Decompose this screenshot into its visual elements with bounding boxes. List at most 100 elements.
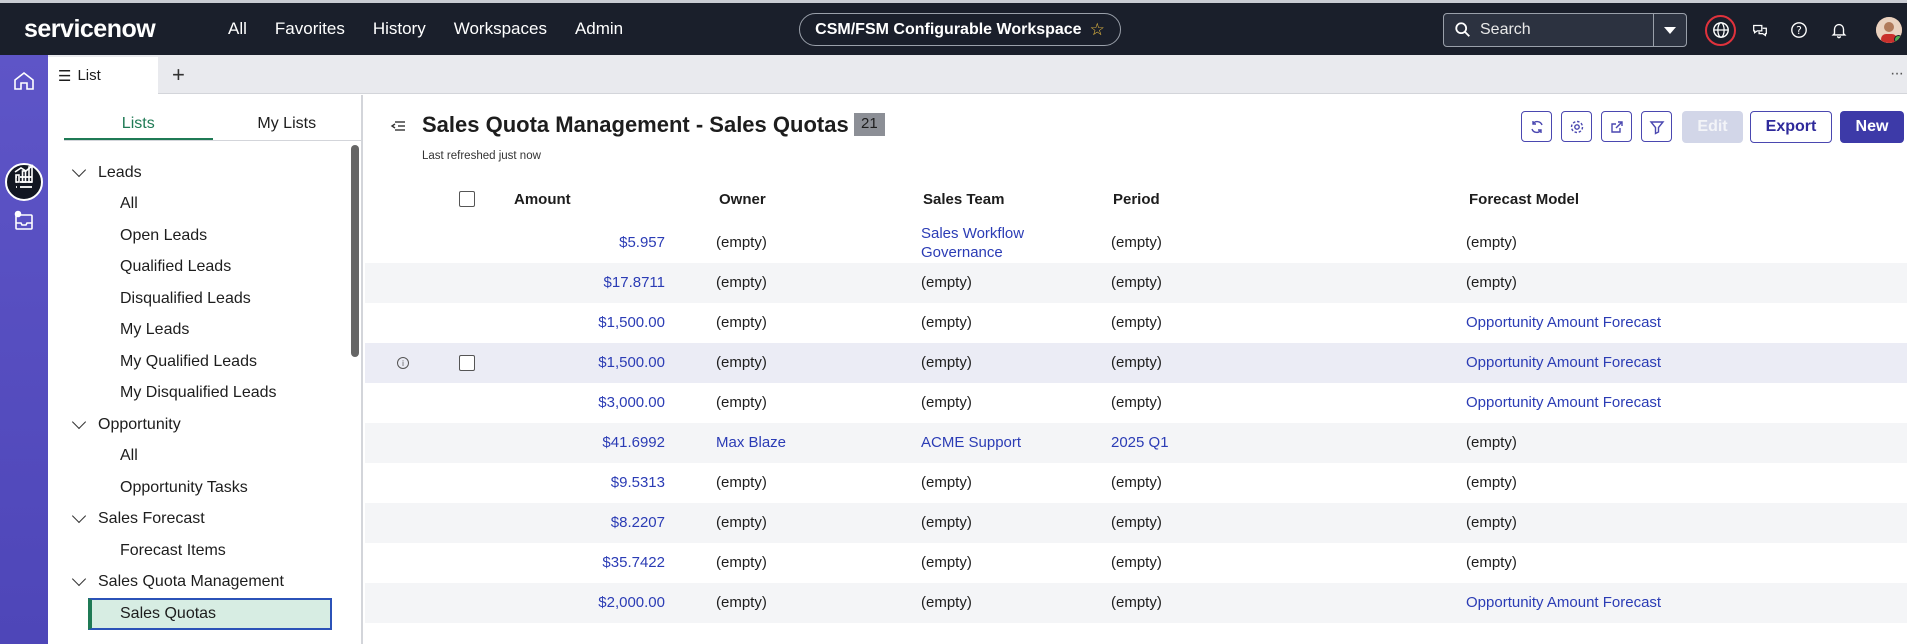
tree-item[interactable]: My Disqualified Leads bbox=[64, 378, 349, 410]
cell-amount[interactable]: $1,500.00 bbox=[505, 354, 665, 371]
export-button[interactable]: Export bbox=[1750, 111, 1832, 143]
tree-group[interactable]: Sales Quota Management bbox=[64, 567, 349, 599]
filter-button[interactable] bbox=[1641, 111, 1672, 142]
table-row[interactable]: $41.6992 Max Blaze ACME Support 2025 Q1 (emp… bbox=[365, 423, 1907, 463]
nav-admin[interactable]: Admin bbox=[561, 19, 637, 39]
table-row[interactable]: $35.7422 (empty) (empty) (empty) (empty) bbox=[365, 543, 1907, 583]
cell-amount[interactable]: $17.8711 bbox=[505, 274, 665, 291]
cell-amount[interactable]: $8.2207 bbox=[505, 514, 665, 531]
table-row[interactable]: $1,500.00 (empty) (empty) (empty) Opportunit… bbox=[365, 303, 1907, 343]
table-row[interactable]: $9.5313 (empty) (empty) (empty) (empty) bbox=[365, 463, 1907, 503]
cell-amount[interactable]: $9.5313 bbox=[505, 474, 665, 491]
chevron-down-icon[interactable] bbox=[71, 414, 87, 429]
table-row[interactable]: $3,000.00 (empty) (empty) (empty) Opportunit… bbox=[365, 383, 1907, 423]
info-icon[interactable]: i bbox=[397, 357, 409, 369]
nav-all[interactable]: All bbox=[214, 19, 261, 39]
chat-icon[interactable] bbox=[1748, 18, 1772, 42]
refresh-button[interactable] bbox=[1521, 111, 1552, 142]
nav-links: All Favorites History Workspaces Admin bbox=[214, 19, 637, 39]
col-owner[interactable]: Owner bbox=[719, 191, 766, 208]
cell-sales-team: (empty) bbox=[921, 594, 972, 611]
tab-list-label: List bbox=[77, 67, 101, 84]
tab-lists[interactable]: Lists bbox=[64, 113, 213, 140]
tree-label: All bbox=[120, 447, 138, 465]
bell-icon[interactable] bbox=[1827, 18, 1851, 42]
tree-item[interactable]: Sales Quotas bbox=[88, 598, 332, 630]
col-period[interactable]: Period bbox=[1113, 191, 1160, 208]
table-row[interactable]: $8.2207 (empty) (empty) (empty) (empty) bbox=[365, 503, 1907, 543]
col-amount[interactable]: Amount bbox=[514, 191, 571, 208]
cell-amount[interactable]: $41.6992 bbox=[505, 434, 665, 451]
settings-button[interactable] bbox=[1561, 111, 1592, 142]
globe-icon[interactable] bbox=[1709, 18, 1733, 42]
chevron-down-icon[interactable] bbox=[71, 572, 87, 587]
cell-forecast-model[interactable]: Opportunity Amount Forecast bbox=[1466, 314, 1661, 331]
edit-button[interactable]: Edit bbox=[1682, 111, 1743, 143]
tree-item[interactable]: Open Leads bbox=[64, 220, 349, 252]
collapse-sidebar-icon[interactable] bbox=[390, 119, 406, 137]
help-icon[interactable]: ? bbox=[1787, 18, 1811, 42]
analytics-icon[interactable] bbox=[10, 160, 38, 188]
user-avatar[interactable] bbox=[1876, 17, 1902, 43]
tree-item[interactable]: Opportunity Tasks bbox=[64, 472, 349, 504]
tree-label: Forecast Items bbox=[120, 541, 226, 559]
col-sales-team[interactable]: Sales Team bbox=[923, 191, 1004, 208]
new-button[interactable]: New bbox=[1840, 111, 1904, 143]
tree-item[interactable]: Forecast Items bbox=[64, 535, 349, 567]
tree-item[interactable]: Qualified Leads bbox=[64, 252, 349, 284]
cell-amount[interactable]: $5.957 bbox=[505, 234, 665, 251]
search-icon bbox=[1455, 22, 1470, 37]
tree-item[interactable]: All bbox=[64, 189, 349, 221]
cell-forecast-model[interactable]: Opportunity Amount Forecast bbox=[1466, 354, 1661, 371]
tree-item[interactable]: Disqualified Leads bbox=[64, 283, 349, 315]
tree-group[interactable]: Leads bbox=[64, 157, 349, 189]
cell-period: (empty) bbox=[1111, 594, 1162, 611]
select-all-checkbox[interactable] bbox=[459, 191, 475, 207]
cell-sales-team[interactable]: ACME Support bbox=[921, 434, 1021, 451]
tree-item[interactable]: My Qualified Leads bbox=[64, 346, 349, 378]
global-search[interactable]: Search bbox=[1443, 13, 1687, 47]
tab-my-lists[interactable]: My Lists bbox=[213, 113, 362, 140]
cell-amount[interactable]: $1,500.00 bbox=[505, 314, 665, 331]
table-row[interactable]: $2,000.00 (empty) (empty) (empty) Opportunit… bbox=[365, 583, 1907, 623]
share-button[interactable] bbox=[1601, 111, 1632, 142]
star-icon[interactable]: ☆ bbox=[1090, 20, 1105, 40]
tree-group[interactable]: Sales Forecast bbox=[64, 504, 349, 536]
chevron-down-icon[interactable] bbox=[71, 509, 87, 524]
table-row[interactable]: i $1,500.00 (empty) (empty) (empty) Opportuni… bbox=[365, 343, 1907, 383]
cell-owner[interactable]: Max Blaze bbox=[716, 434, 786, 451]
search-scope-dropdown[interactable] bbox=[1653, 14, 1686, 46]
tree-item[interactable]: All bbox=[64, 441, 349, 473]
sidebar-scrollbar[interactable] bbox=[351, 145, 359, 357]
chevron-down-icon[interactable] bbox=[71, 162, 87, 177]
row-checkbox[interactable] bbox=[459, 355, 475, 371]
cell-sales-team[interactable]: Sales Workflow Governance bbox=[921, 224, 1051, 262]
tree-group[interactable]: Opportunity bbox=[64, 409, 349, 441]
servicenow-logo[interactable]: servicenow bbox=[24, 15, 214, 44]
tab-list[interactable]: ☰ List bbox=[48, 57, 158, 94]
more-options-button[interactable]: ··· bbox=[1890, 65, 1904, 83]
cell-amount[interactable]: $35.7422 bbox=[505, 554, 665, 571]
table-row[interactable]: $17.8711 (empty) (empty) (empty) (empty) bbox=[365, 263, 1907, 303]
nav-history[interactable]: History bbox=[359, 19, 440, 39]
left-rail bbox=[0, 55, 48, 644]
workspace-pill[interactable]: CSM/FSM Configurable Workspace ☆ bbox=[799, 13, 1121, 46]
refresh-icon bbox=[1530, 120, 1543, 133]
cell-amount[interactable]: $2,000.00 bbox=[505, 594, 665, 611]
cell-amount[interactable]: $3,000.00 bbox=[505, 394, 665, 411]
inbox-icon[interactable] bbox=[10, 207, 38, 235]
col-forecast-model[interactable]: Forecast Model bbox=[1469, 191, 1579, 208]
table-row[interactable]: $5.957 (empty) Sales Workflow Governance (e… bbox=[365, 223, 1907, 263]
cell-period[interactable]: 2025 Q1 bbox=[1111, 434, 1169, 451]
nav-workspaces[interactable]: Workspaces bbox=[440, 19, 561, 39]
home-icon[interactable] bbox=[10, 67, 38, 95]
add-tab-button[interactable]: + bbox=[172, 62, 185, 88]
main-list: Sales Quota Management - Sales Quotas 21… bbox=[365, 95, 1907, 644]
tree-label: Disqualified Leads bbox=[120, 289, 251, 307]
cell-forecast-model[interactable]: Opportunity Amount Forecast bbox=[1466, 394, 1661, 411]
cell-sales-team: (empty) bbox=[921, 314, 972, 331]
cell-forecast-model[interactable]: Opportunity Amount Forecast bbox=[1466, 594, 1661, 611]
tree-item[interactable]: My Leads bbox=[64, 315, 349, 347]
nav-favorites[interactable]: Favorites bbox=[261, 19, 359, 39]
cell-owner: (empty) bbox=[716, 234, 767, 251]
